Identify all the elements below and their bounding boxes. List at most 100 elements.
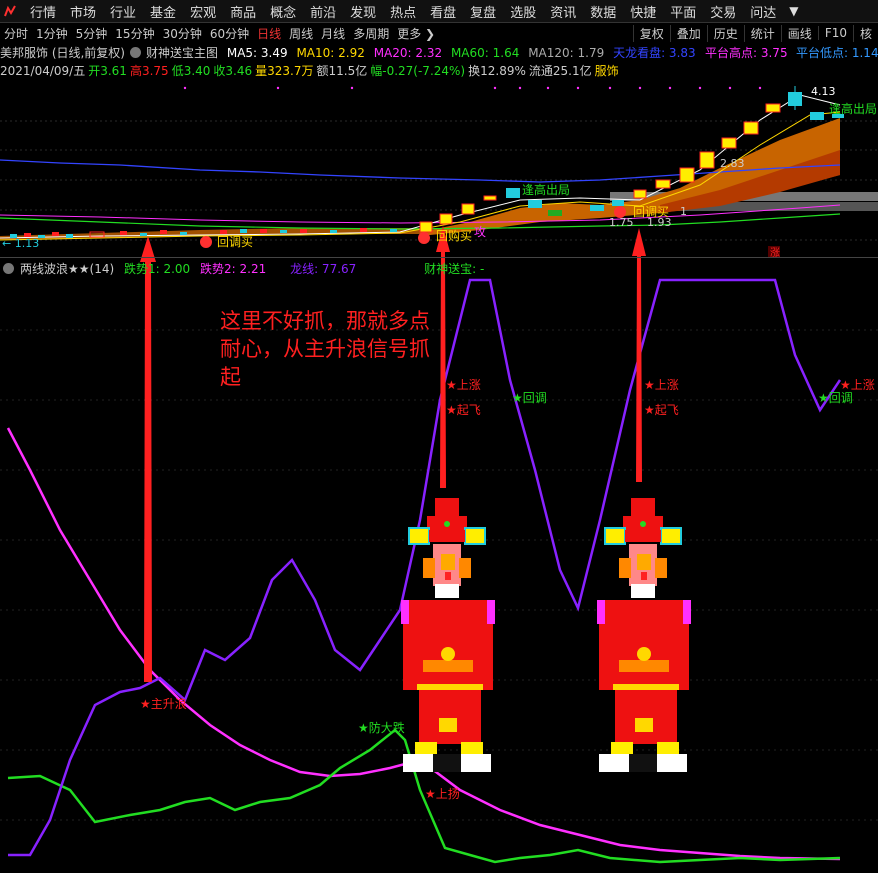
menu-item-shichang[interactable]: 市场: [63, 2, 103, 21]
period-5min[interactable]: 5分钟: [72, 25, 112, 42]
gear-icon[interactable]: [130, 47, 141, 58]
signal-huitiao: ★回调: [818, 391, 853, 405]
stock-name: 美邦服饰 (日线,前复权): [0, 46, 125, 60]
signal-fengao: 逢高出局: [829, 101, 877, 116]
period-30min[interactable]: 30分钟: [159, 25, 206, 42]
price-label: 1.75: [609, 216, 634, 229]
arrow-up: [632, 228, 646, 482]
signal-zhushenglang: ★主升浪: [140, 696, 187, 711]
annotation-text: 这里不好抓，那就多点耐心，从主升浪信号抓起: [220, 309, 430, 389]
signal-huitiao: 回调买: [633, 205, 669, 219]
period-toolbar: 分时 1分钟 5分钟 15分钟 30分钟 60分钟 日线 周线 月线 多周期 更…: [0, 23, 878, 43]
menu-item-pingmian[interactable]: 平面: [663, 2, 703, 21]
right-toolbar: 复权 叠加 历史 统计 画线 F10 核: [632, 23, 878, 43]
period-monthly[interactable]: 月线: [317, 25, 349, 42]
menu-item-zixun[interactable]: 资讯: [543, 2, 583, 21]
menu-item-fupan[interactable]: 复盘: [463, 2, 503, 21]
buy-signal-icon: [418, 232, 430, 244]
price-label: 1: [680, 205, 687, 218]
stock-info-line: 美邦服饰 (日线,前复权) 财神送宝主图 MA5: 3.49 MA10: 2.92…: [0, 44, 878, 61]
signal-shangyang: ★上扬: [425, 786, 460, 801]
period-weekly[interactable]: 周线: [285, 25, 317, 42]
tianlong-value: 天龙看盘: 3.83: [613, 46, 696, 60]
open-value: 开3.61: [88, 64, 127, 78]
price-high-label: 4.13: [811, 85, 836, 98]
menu-item-qianyan[interactable]: 前沿: [303, 2, 343, 21]
price-low-label: ← 1.13: [2, 237, 39, 250]
low-value: 低3.40: [171, 64, 211, 78]
period-more[interactable]: 更多 ❯: [393, 25, 439, 42]
ma10-line: [0, 111, 841, 241]
signal-shangzhang: ★上涨: [644, 377, 679, 392]
menu-item-jiaoyi[interactable]: 交易: [703, 2, 743, 21]
ma120-value: MA120: 1.79: [528, 46, 605, 60]
tool-tongji[interactable]: 统计: [743, 24, 781, 42]
ohlc-line: 2021/04/09/五 开3.61 高3.75 低3.40 收3.46 量323.7万额…: [0, 62, 878, 78]
menu-item-faxian[interactable]: 发现: [343, 2, 383, 21]
float-value: 流通25.1亿: [528, 64, 592, 78]
close-value: 收3.46: [213, 64, 253, 78]
fall2-value: 跌势2: 2.21: [200, 262, 267, 276]
gear-icon[interactable]: [3, 263, 14, 274]
menu-item-kuaijie[interactable]: 快捷: [623, 2, 663, 21]
tool-lishi[interactable]: 历史: [706, 24, 744, 42]
buy-signal-icon: [200, 236, 212, 248]
menu-bar: 行情 市场 行业 基金 宏观 商品 概念 前沿 发现 热点 看盘 复盘 选股 资…: [0, 0, 878, 23]
menu-item-hongguan[interactable]: 宏观: [183, 2, 223, 21]
menu-item-hangqing[interactable]: 行情: [23, 2, 63, 21]
period-60min[interactable]: 60分钟: [206, 25, 253, 42]
ma60-value: MA60: 1.64: [450, 46, 520, 60]
period-multi[interactable]: 多周期: [349, 25, 393, 42]
amount-value: 额11.5亿: [316, 64, 368, 78]
tool-huaxian[interactable]: 画线: [780, 24, 818, 42]
signal-huigou: 回购买: [436, 228, 472, 243]
menu-item-shangpin[interactable]: 商品: [223, 2, 263, 21]
signal-huitiao: 回调买: [217, 235, 253, 249]
period-1min[interactable]: 1分钟: [32, 25, 72, 42]
arrow-up: [140, 236, 156, 682]
tool-f10[interactable]: F10: [817, 26, 853, 40]
menu-item-redian[interactable]: 热点: [383, 2, 423, 21]
signal-qifei: ★起飞: [644, 403, 679, 417]
menu-item-hangye[interactable]: 行业: [103, 2, 143, 21]
pane-divider[interactable]: [0, 257, 878, 258]
signal-qifei: ★起飞: [446, 403, 481, 417]
period-fenshi[interactable]: 分时: [0, 25, 32, 42]
menu-item-jijin[interactable]: 基金: [143, 2, 183, 21]
platform-high: 平台高点: 3.75: [705, 46, 788, 60]
signal-gong: 攻: [474, 225, 486, 239]
menu-item-shuju[interactable]: 数据: [583, 2, 623, 21]
tool-diejia[interactable]: 叠加: [669, 24, 707, 42]
menu-dropdown-icon[interactable]: ▼: [789, 4, 798, 18]
ma20-value: MA20: 2.32: [373, 46, 443, 60]
ma10-value: MA10: 2.92: [296, 46, 365, 60]
tool-fuquan[interactable]: 复权: [632, 24, 670, 42]
menu-item-kanpan[interactable]: 看盘: [423, 2, 463, 21]
ma5-value: MA5: 3.49: [226, 46, 288, 60]
price-label: 2.83: [720, 157, 745, 170]
caishen-figure: [401, 498, 495, 772]
signal-fengao: 逢高出局: [522, 182, 570, 197]
sector-value[interactable]: 服饰: [595, 64, 619, 78]
tool-he[interactable]: 核: [852, 24, 878, 42]
change-value: 幅-0.27(-7.24%): [370, 64, 466, 78]
signal-dots: [183, 86, 762, 90]
indicator-name[interactable]: 财神送宝主图: [146, 46, 218, 60]
signal-fangdadie: ★防大跌: [358, 720, 405, 735]
volume-value: 量323.7万: [255, 64, 314, 78]
menu-item-gainian[interactable]: 概念: [263, 2, 303, 21]
sub-indicator-line: 两线波浪★★(14) 跌势1: 2.00 跌势2: 2.21 龙线: 77.67…: [0, 260, 490, 276]
signal-shangzhang: ★上涨: [446, 377, 481, 392]
period-15min[interactable]: 15分钟: [111, 25, 158, 42]
sub-indicator-name[interactable]: 两线波浪★★(14): [20, 262, 114, 276]
menu-item-xuangu[interactable]: 选股: [503, 2, 543, 21]
menu-item-wenda[interactable]: 问达: [743, 2, 783, 21]
platform-low: 平台低点: 1.14: [796, 46, 878, 60]
caishen-figure: [597, 498, 691, 772]
app-logo-icon[interactable]: [3, 4, 17, 18]
period-daily[interactable]: 日线: [253, 25, 285, 42]
chart-canvas[interactable]: ← 1.13 4.13 2.83 1.75 1.93 1 回调买 回购买 攻 逢…: [0, 0, 878, 873]
high-value: 高3.75: [129, 64, 169, 78]
signal-huitiao: ★回调: [512, 391, 547, 405]
caishen-value: 财神送宝: -: [424, 262, 485, 276]
